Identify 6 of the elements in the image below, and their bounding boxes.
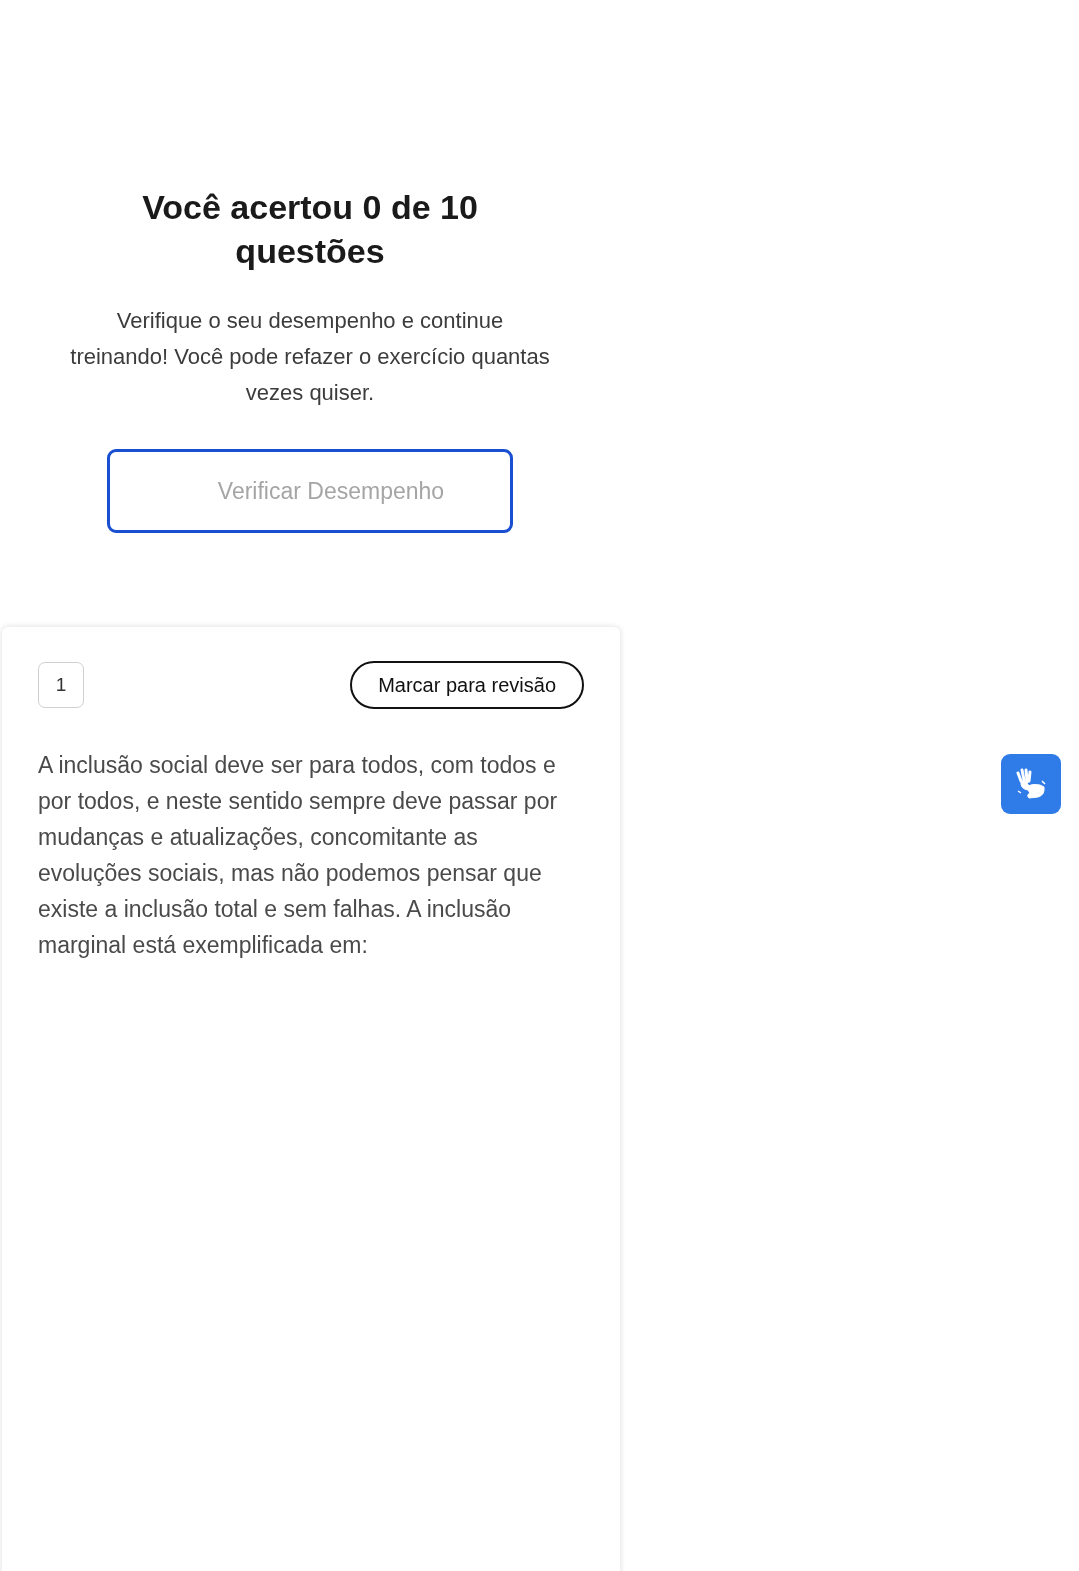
result-message: Verifique o seu desempenho e continue treinando! Você pode refazer o exercício quantas vezes quiser.	[70, 307, 550, 407]
sign-language-button[interactable]	[1001, 754, 1061, 814]
question-number: 1	[38, 662, 84, 708]
mark-for-review-button[interactable]: Marcar para revisão	[350, 661, 584, 709]
question-text: A inclusão social deve ser para todos, com todos e por todos, e neste sentido sempre deve passar por mudanças e atualizações, concomitante as evoluções sociais, mas não podemos pensar que existe a inclusão total e sem falhas. A inclusão marginal está exemplificada em:	[38, 751, 559, 960]
result-title: Você acertou 0 de 10 questões	[141, 187, 479, 272]
